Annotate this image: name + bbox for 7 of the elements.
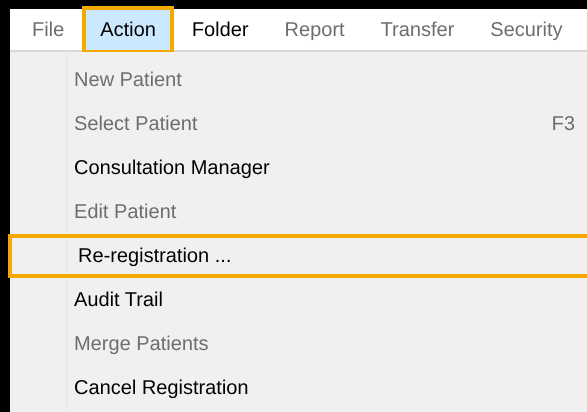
menu-bar-item[interactable]: Folder xyxy=(174,6,267,54)
menu-item[interactable]: Cancel Registration xyxy=(67,366,587,410)
menu-item[interactable]: Audit Trail xyxy=(67,278,587,322)
menu-item[interactable]: Consultation Manager xyxy=(67,146,587,190)
shortcut-key: F3 xyxy=(552,109,575,139)
menu-item[interactable]: Re-registration ... xyxy=(8,234,587,278)
menu-bar-item[interactable]: Action xyxy=(82,6,174,54)
